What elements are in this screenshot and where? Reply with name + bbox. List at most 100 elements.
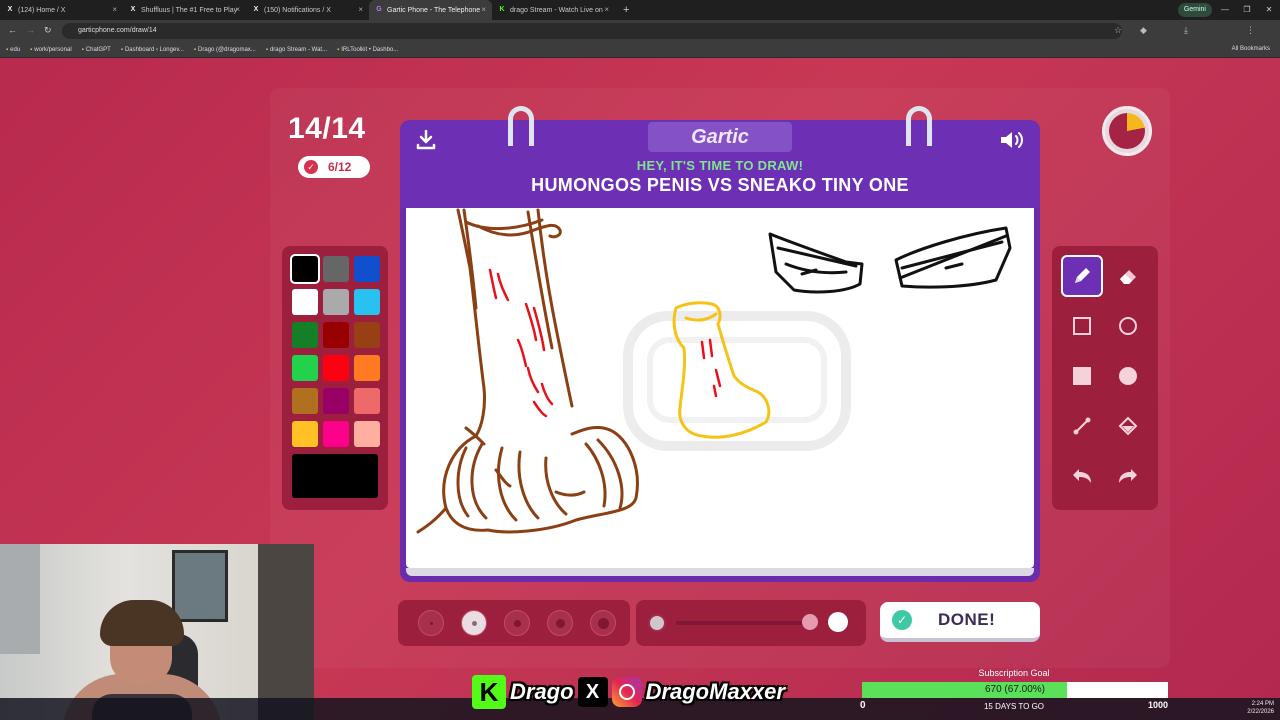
speaker-icon[interactable] <box>998 128 1026 152</box>
bookmark-item[interactable]: ▪ IRLToolkit • Dashbo... <box>337 47 398 53</box>
color-swatch[interactable] <box>323 256 349 282</box>
redo-icon <box>1119 469 1137 483</box>
bookmark-item[interactable]: ▪ drago Stream - Wat... <box>266 47 327 53</box>
color-swatch[interactable] <box>323 355 349 381</box>
tab-label: Gartic Phone - The Telephone <box>387 6 481 14</box>
undo-tool[interactable] <box>1061 455 1103 497</box>
webcam-feed <box>0 544 314 720</box>
color-swatch[interactable] <box>354 322 380 348</box>
square-filled-icon <box>1073 367 1091 385</box>
color-swatch[interactable] <box>354 421 380 447</box>
folder-icon: ▪ <box>265 46 268 53</box>
instagram-icon <box>611 677 642 707</box>
color-swatch[interactable] <box>292 388 318 414</box>
check-icon: ✓ <box>304 160 318 174</box>
color-swatch[interactable] <box>290 254 320 284</box>
bookmark-item[interactable]: ▪ work/personal <box>30 47 72 53</box>
redo-tool[interactable] <box>1107 455 1149 497</box>
folder-icon: ▪ <box>6 46 9 53</box>
wall-poster <box>172 550 228 622</box>
download-icon[interactable]: ⤓ <box>1184 25 1188 36</box>
ellipse-outline-tool[interactable] <box>1107 305 1149 347</box>
close-window-icon[interactable]: ✕ <box>1258 0 1280 20</box>
color-swatch[interactable] <box>292 355 318 381</box>
browser-tab[interactable]: G Gartic Phone - The Telephone × <box>369 0 492 20</box>
download-drawing-icon[interactable] <box>414 128 438 152</box>
close-tab-icon[interactable]: × <box>358 5 363 14</box>
color-swatch[interactable] <box>323 322 349 348</box>
close-tab-icon[interactable]: × <box>604 5 609 14</box>
color-swatch[interactable] <box>292 289 318 315</box>
minimize-icon[interactable]: — <box>1214 0 1236 20</box>
players-done-count: 6/12 <box>328 160 352 174</box>
color-swatch[interactable] <box>354 289 380 315</box>
bookmark-item[interactable]: ▪ ChatGPT <box>82 47 111 53</box>
drawing-canvas[interactable] <box>406 208 1034 568</box>
kick-icon: K <box>499 6 505 13</box>
tool-panel <box>1052 246 1158 510</box>
kick-icon: K <box>472 675 506 709</box>
brush-size-option[interactable] <box>590 610 616 636</box>
subgoal-value: 670 (67.00%) <box>984 684 1046 695</box>
opacity-track[interactable] <box>676 621 816 625</box>
browser-tab[interactable]: X (124) Home / X × <box>0 0 123 20</box>
maximize-icon[interactable]: ❐ <box>1236 0 1258 20</box>
reload-icon[interactable]: ↻ <box>44 25 52 36</box>
browser-tab[interactable]: X (150) Notifications / X × <box>246 0 369 20</box>
gemini-button[interactable]: Gemini <box>1177 3 1212 17</box>
bookmark-label: Dashboard ‹ Longev... <box>124 46 184 53</box>
x-icon: X <box>7 6 13 13</box>
brush-size-option[interactable] <box>461 610 487 636</box>
rectangle-outline-tool[interactable] <box>1061 305 1103 347</box>
extension-icon[interactable]: ◆ <box>1140 25 1147 36</box>
kick-handle: Drago <box>510 679 574 704</box>
folder-icon: ▪ <box>120 46 123 53</box>
gartic-icon: G <box>376 6 382 13</box>
fill-bucket-tool[interactable] <box>1107 405 1149 447</box>
opacity-knob[interactable] <box>802 614 818 630</box>
line-tool[interactable] <box>1061 405 1103 447</box>
prompt-intro: HEY, IT'S TIME TO DRAW! <box>636 158 804 173</box>
star-icon[interactable]: ☆ <box>1114 25 1122 36</box>
close-tab-icon[interactable]: × <box>235 5 240 14</box>
color-swatch[interactable] <box>292 421 318 447</box>
brush-size-option[interactable] <box>504 610 530 636</box>
bucket-icon <box>1118 416 1138 436</box>
tab-label: (150) Notifications / X <box>264 6 331 14</box>
color-swatch[interactable] <box>323 289 349 315</box>
close-tab-icon[interactable]: × <box>481 5 486 14</box>
new-tab-button[interactable]: + <box>623 4 629 16</box>
canvas-page-edge <box>406 568 1034 576</box>
forward-icon[interactable]: → <box>26 25 35 35</box>
eraser-tool[interactable] <box>1107 255 1149 297</box>
back-icon[interactable]: ← <box>8 25 17 35</box>
brush-size-option[interactable] <box>418 610 444 636</box>
all-bookmarks[interactable]: All Bookmarks <box>1232 46 1270 52</box>
url-field[interactable]: garticphone.com/draw/14 <box>62 23 1122 39</box>
pencil-tool[interactable] <box>1061 255 1103 297</box>
bookmark-label: edu <box>10 46 21 53</box>
color-swatch[interactable] <box>354 256 380 282</box>
bookmark-label: drago Stream - Wat... <box>269 46 328 53</box>
bookmark-item[interactable]: ▪ Drago (@dragomax... <box>194 47 256 53</box>
bookmark-item[interactable]: ▪ Dashboard ‹ Longev... <box>121 47 184 53</box>
subgoal-bar: 670 (67.00%) <box>862 682 1168 698</box>
binder-ring-left <box>508 106 534 146</box>
browser-tab[interactable]: Kdrago Stream - Watch Live on × <box>492 0 615 20</box>
close-tab-icon[interactable]: × <box>112 5 117 14</box>
done-button[interactable]: ✓ DONE! <box>880 602 1040 642</box>
color-swatch[interactable] <box>354 388 380 414</box>
color-swatch[interactable] <box>323 421 349 447</box>
color-swatch[interactable] <box>323 388 349 414</box>
bookmark-item[interactable]: ▪ edu <box>6 47 20 53</box>
color-swatch[interactable] <box>354 355 380 381</box>
brush-size-option[interactable] <box>547 610 573 636</box>
color-swatch[interactable] <box>292 322 318 348</box>
browser-tab[interactable]: X Shuffluus | The #1 Free to Play × <box>123 0 246 20</box>
brush-size-selector <box>398 600 630 646</box>
rectangle-fill-tool[interactable] <box>1061 355 1103 397</box>
drawing <box>416 208 1012 534</box>
menu-icon[interactable]: ⋮ <box>1246 25 1255 36</box>
opacity-slider[interactable] <box>636 600 866 646</box>
ellipse-fill-tool[interactable] <box>1107 355 1149 397</box>
